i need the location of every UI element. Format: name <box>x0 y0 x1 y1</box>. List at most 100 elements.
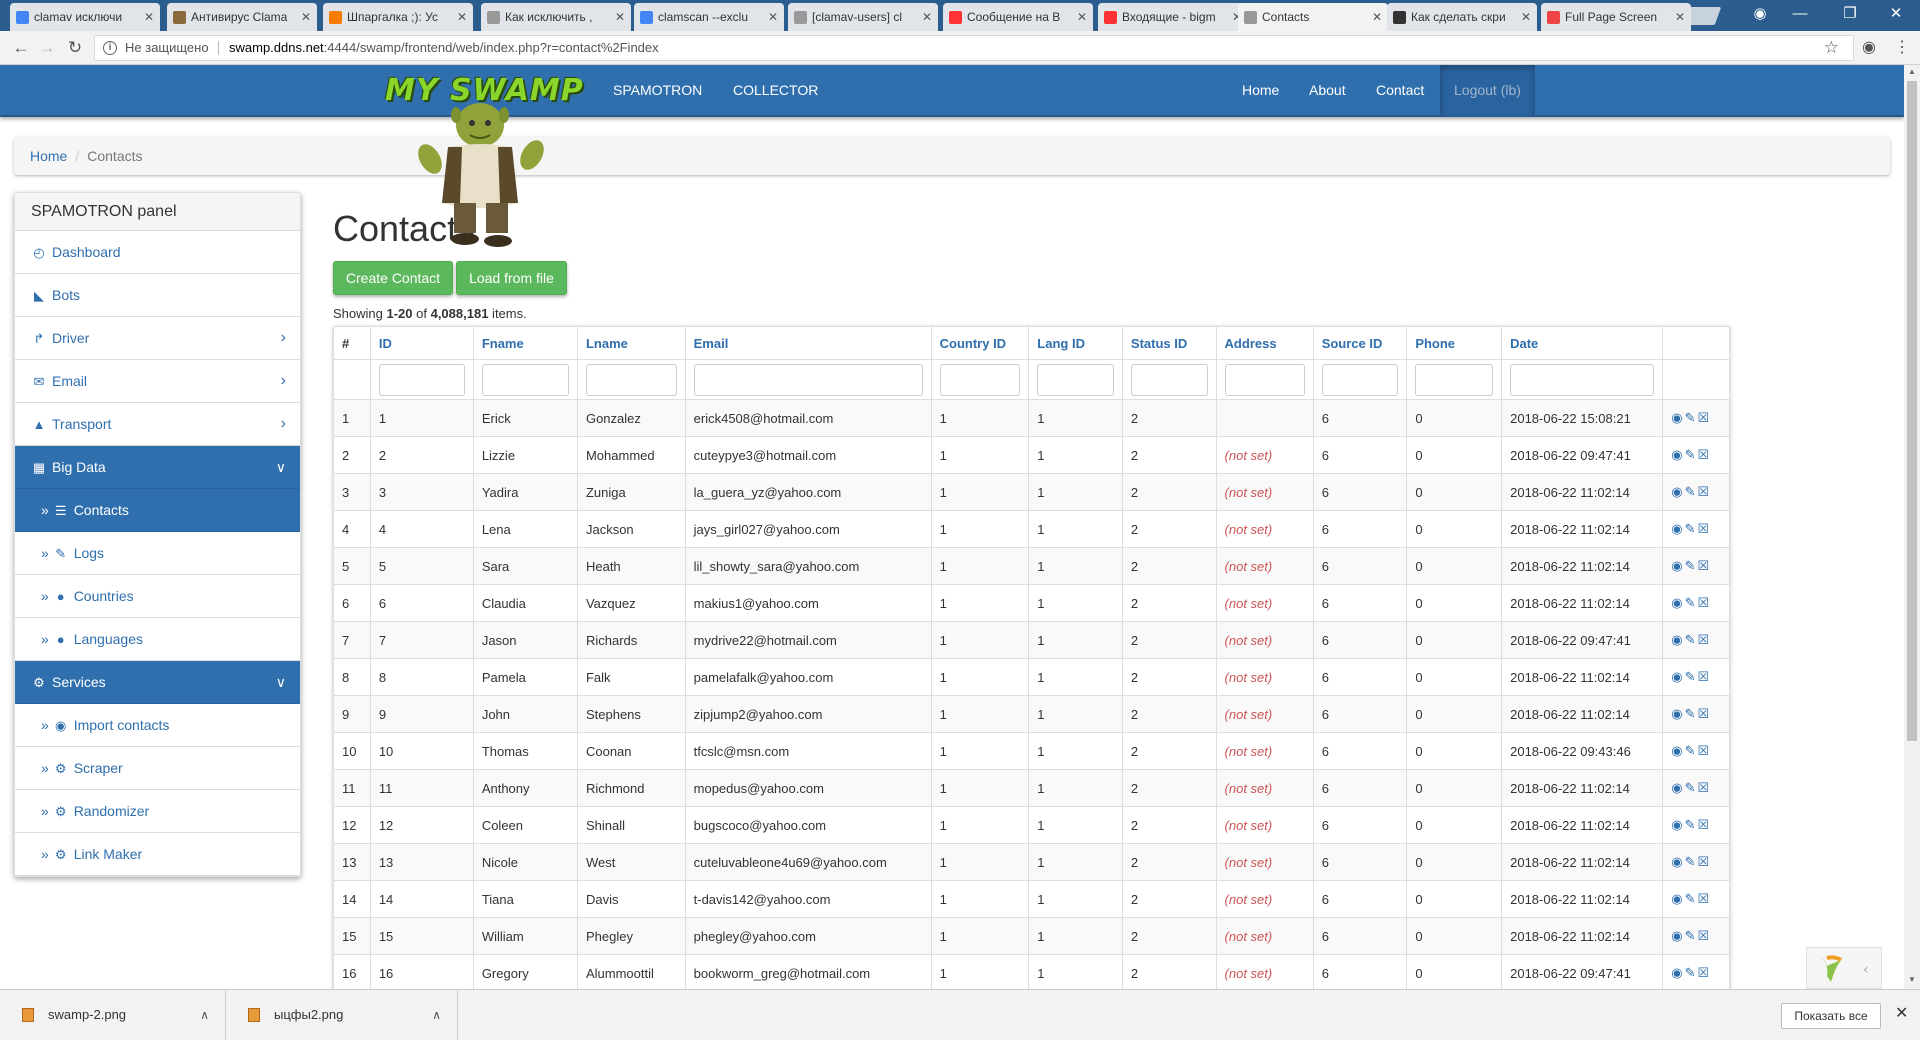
forward-icon[interactable]: → <box>36 37 58 59</box>
edit-pencil-icon[interactable]: ✎ <box>1685 595 1698 610</box>
create-contact-button[interactable]: Create Contact <box>333 261 453 295</box>
column-header-fname[interactable]: Fname <box>472 326 578 360</box>
chevron-up-icon[interactable]: ∧ <box>432 990 441 1040</box>
edit-pencil-icon[interactable]: ✎ <box>1685 817 1698 832</box>
view-eye-icon[interactable]: ◉ <box>1671 632 1684 647</box>
tab-close-icon[interactable]: ✕ <box>301 3 311 31</box>
delete-trash-icon[interactable]: ☒ <box>1698 410 1712 425</box>
page-scrollbar[interactable]: ▲ ▼ <box>1904 65 1920 989</box>
sidebar-item-contacts[interactable]: » ☰ Contacts <box>15 489 300 532</box>
sidebar-item-randomizer[interactable]: » ⚙ Randomizer <box>15 790 300 833</box>
sidebar-item-email[interactable]: ✉ Email › <box>15 360 300 403</box>
browser-tab[interactable]: Входящие - bigm ✕ <box>1098 3 1248 31</box>
delete-trash-icon[interactable]: ☒ <box>1698 447 1712 462</box>
delete-trash-icon[interactable]: ☒ <box>1698 928 1712 943</box>
edit-pencil-icon[interactable]: ✎ <box>1685 632 1698 647</box>
filter-input[interactable] <box>1037 363 1114 396</box>
edit-pencil-icon[interactable]: ✎ <box>1685 780 1698 795</box>
view-eye-icon[interactable]: ◉ <box>1671 817 1684 832</box>
sidebar-item-countries[interactable]: » ● Countries <box>15 575 300 618</box>
camera-icon[interactable]: ◉ <box>1862 37 1876 57</box>
download-item-1[interactable]: swamp-2.png ∧ <box>0 990 226 1040</box>
delete-trash-icon[interactable]: ☒ <box>1698 558 1712 573</box>
profile-icon[interactable]: ◉ <box>1740 2 1780 26</box>
browser-tab[interactable]: Шпаргалка ;): Ус ✕ <box>323 3 473 31</box>
debug-toolbar[interactable]: ‹ <box>1806 947 1882 989</box>
view-eye-icon[interactable]: ◉ <box>1671 706 1684 721</box>
delete-trash-icon[interactable]: ☒ <box>1698 484 1712 499</box>
bookmark-star-icon[interactable]: ☆ <box>1824 36 1839 60</box>
edit-pencil-icon[interactable]: ✎ <box>1685 558 1698 573</box>
delete-trash-icon[interactable]: ☒ <box>1698 521 1712 536</box>
delete-trash-icon[interactable]: ☒ <box>1698 669 1712 684</box>
reload-icon[interactable]: ↻ <box>64 37 86 59</box>
tab-close-icon[interactable]: ✕ <box>1372 3 1382 31</box>
browser-tab[interactable]: Антивирус Clama ✕ <box>167 3 317 31</box>
menu-icon[interactable]: ⋮ <box>1894 37 1910 57</box>
browser-tab[interactable]: Как исключить , ✕ <box>481 3 631 31</box>
nav-spamotron[interactable]: SPAMOTRON <box>613 65 702 117</box>
sidebar-item-big-data[interactable]: ▦ Big Data ∨ <box>15 446 300 489</box>
view-eye-icon[interactable]: ◉ <box>1671 743 1684 758</box>
edit-pencil-icon[interactable]: ✎ <box>1685 743 1698 758</box>
scroll-down-icon[interactable]: ▼ <box>1908 975 1916 984</box>
sidebar-item-services[interactable]: ⚙ Services ∨ <box>15 661 300 704</box>
view-eye-icon[interactable]: ◉ <box>1671 595 1684 610</box>
tab-close-icon[interactable]: ✕ <box>1675 3 1685 31</box>
filter-input[interactable] <box>481 363 569 396</box>
nav-home[interactable]: Home <box>1242 65 1279 117</box>
sidebar-item-logs[interactable]: » ✎ Logs <box>15 532 300 575</box>
view-eye-icon[interactable]: ◉ <box>1671 484 1684 499</box>
edit-pencil-icon[interactable]: ✎ <box>1685 484 1698 499</box>
info-icon[interactable]: i <box>103 41 117 55</box>
filter-input[interactable] <box>1415 363 1494 396</box>
filter-input[interactable] <box>1130 363 1208 396</box>
nav-logout[interactable]: Logout (lb) <box>1440 65 1535 117</box>
edit-pencil-icon[interactable]: ✎ <box>1685 447 1698 462</box>
column-header-country-id[interactable]: Country ID <box>930 326 1030 360</box>
filter-input[interactable] <box>1321 363 1399 396</box>
edit-pencil-icon[interactable]: ✎ <box>1685 669 1698 684</box>
edit-pencil-icon[interactable]: ✎ <box>1685 891 1698 906</box>
view-eye-icon[interactable]: ◉ <box>1671 965 1684 980</box>
filter-input[interactable] <box>585 363 677 396</box>
delete-trash-icon[interactable]: ☒ <box>1698 965 1712 980</box>
sidebar-item-dashboard[interactable]: ◴ Dashboard <box>15 231 300 274</box>
tab-close-icon[interactable]: ✕ <box>144 3 154 31</box>
scrollbar-thumb[interactable] <box>1907 81 1917 741</box>
tab-close-icon[interactable]: ✕ <box>922 3 932 31</box>
delete-trash-icon[interactable]: ☒ <box>1698 854 1712 869</box>
edit-pencil-icon[interactable]: ✎ <box>1685 928 1698 943</box>
view-eye-icon[interactable]: ◉ <box>1671 669 1684 684</box>
browser-tab[interactable]: Contacts ✕ <box>1238 3 1388 31</box>
nav-about[interactable]: About <box>1309 65 1346 117</box>
back-icon[interactable]: ← <box>10 37 32 59</box>
load-from-file-button[interactable]: Load from file <box>456 261 567 295</box>
sidebar-item-transport[interactable]: ▲ Transport › <box>15 403 300 446</box>
tab-close-icon[interactable]: ✕ <box>768 3 778 31</box>
download-item-2[interactable]: ыцфы2.png ∧ <box>226 990 458 1040</box>
view-eye-icon[interactable]: ◉ <box>1671 854 1684 869</box>
delete-trash-icon[interactable]: ☒ <box>1698 743 1712 758</box>
column-header-date[interactable]: Date <box>1501 326 1664 360</box>
delete-trash-icon[interactable]: ☒ <box>1698 817 1712 832</box>
delete-trash-icon[interactable]: ☒ <box>1698 780 1712 795</box>
nav-collector[interactable]: COLLECTOR <box>733 65 818 117</box>
delete-trash-icon[interactable]: ☒ <box>1698 595 1712 610</box>
edit-pencil-icon[interactable]: ✎ <box>1685 410 1698 425</box>
view-eye-icon[interactable]: ◉ <box>1671 447 1684 462</box>
view-eye-icon[interactable]: ◉ <box>1671 928 1684 943</box>
browser-tab[interactable]: clamav исключи ✕ <box>10 3 160 31</box>
edit-pencil-icon[interactable]: ✎ <box>1685 706 1698 721</box>
view-eye-icon[interactable]: ◉ <box>1671 558 1684 573</box>
column-header-phone[interactable]: Phone <box>1406 326 1503 360</box>
browser-tab[interactable]: Full Page Screen ✕ <box>1541 3 1691 31</box>
sidebar-item-bots[interactable]: ◣ Bots <box>15 274 300 317</box>
sidebar-item-driver[interactable]: ↱ Driver › <box>15 317 300 360</box>
show-all-downloads-button[interactable]: Показать все <box>1781 1003 1881 1029</box>
filter-input[interactable] <box>1510 363 1655 396</box>
breadcrumb-home[interactable]: Home <box>30 148 67 164</box>
column-header-address[interactable]: Address <box>1215 326 1314 360</box>
browser-tab[interactable]: clamscan --exclu ✕ <box>634 3 784 31</box>
delete-trash-icon[interactable]: ☒ <box>1698 891 1712 906</box>
